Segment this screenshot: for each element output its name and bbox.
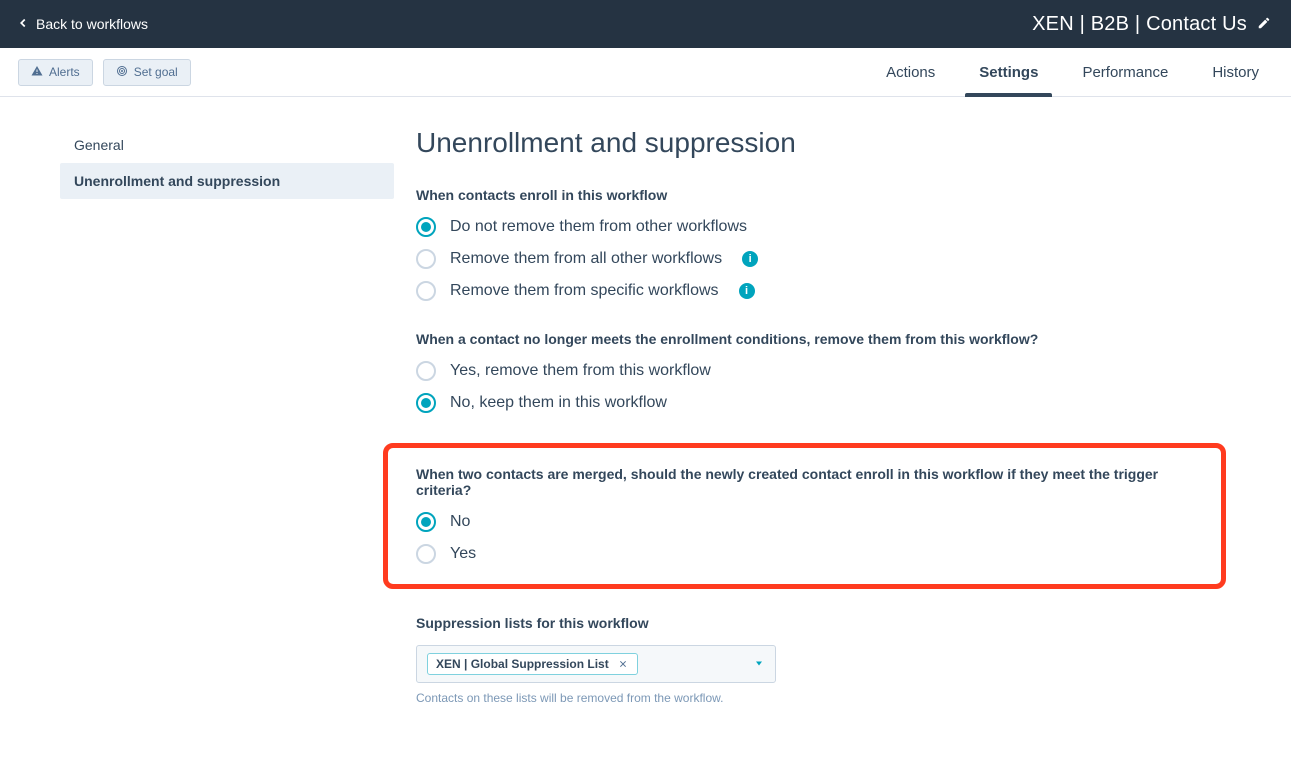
- tab-performance[interactable]: Performance: [1082, 48, 1168, 96]
- q2-opt1-label: Yes, remove them from this workflow: [450, 362, 711, 380]
- warning-icon: [31, 65, 43, 80]
- set-goal-button[interactable]: Set goal: [103, 59, 191, 86]
- info-icon[interactable]: i: [742, 251, 758, 267]
- tab-bar: Actions Settings Performance History: [886, 48, 1259, 96]
- radio-icon: [416, 249, 436, 269]
- q2-opt2-label: No, keep them in this workflow: [450, 394, 667, 412]
- remove-chip-icon[interactable]: [617, 658, 629, 670]
- suppression-label: Suppression lists for this workflow: [416, 615, 1216, 631]
- alerts-button[interactable]: Alerts: [18, 59, 93, 86]
- back-label: Back to workflows: [36, 16, 148, 32]
- tab-settings[interactable]: Settings: [979, 48, 1038, 96]
- radio-icon: [416, 512, 436, 532]
- q1-opt3-label: Remove them from specific workflows: [450, 282, 719, 300]
- tab-actions[interactable]: Actions: [886, 48, 935, 96]
- workflow-title: XEN | B2B | Contact Us: [1032, 13, 1247, 36]
- q1-opt3[interactable]: Remove them from specific workflows i: [416, 281, 1216, 301]
- highlight-box: When two contacts are merged, should the…: [383, 443, 1226, 589]
- page-title: Unenrollment and suppression: [416, 127, 1216, 159]
- tab-performance-label: Performance: [1082, 64, 1168, 81]
- radio-icon: [416, 393, 436, 413]
- set-goal-label: Set goal: [134, 65, 178, 79]
- section-enroll: When contacts enroll in this workflow Do…: [416, 187, 1216, 301]
- q2-opt1[interactable]: Yes, remove them from this workflow: [416, 361, 1216, 381]
- suppression-select[interactable]: XEN | Global Suppression List: [416, 645, 776, 683]
- suppression-helper: Contacts on these lists will be removed …: [416, 691, 1216, 705]
- alerts-label: Alerts: [49, 65, 80, 79]
- chevron-left-icon: [16, 16, 30, 33]
- suppression-chip: XEN | Global Suppression List: [427, 653, 638, 675]
- q1-opt1-label: Do not remove them from other workflows: [450, 218, 747, 236]
- section-suppression: Suppression lists for this workflow XEN …: [416, 615, 1216, 705]
- title-wrap: XEN | B2B | Contact Us: [1032, 13, 1271, 36]
- q1-opt2[interactable]: Remove them from all other workflows i: [416, 249, 1216, 269]
- radio-icon: [416, 361, 436, 381]
- q2-opt2[interactable]: No, keep them in this workflow: [416, 393, 1216, 413]
- chip-label: XEN | Global Suppression List: [436, 657, 609, 671]
- tab-settings-label: Settings: [979, 64, 1038, 81]
- radio-icon: [416, 217, 436, 237]
- body: General Unenrollment and suppression Une…: [0, 97, 1291, 775]
- q1-opt2-label: Remove them from all other workflows: [450, 250, 722, 268]
- info-icon[interactable]: i: [739, 283, 755, 299]
- q3-opt2[interactable]: Yes: [416, 544, 1193, 564]
- sidebar-unenrollment-label: Unenrollment and suppression: [74, 173, 280, 189]
- back-to-workflows-link[interactable]: Back to workflows: [16, 16, 148, 33]
- tab-history[interactable]: History: [1212, 48, 1259, 96]
- target-icon: [116, 65, 128, 80]
- sidebar-item-general[interactable]: General: [60, 127, 394, 163]
- q3-opt1-label: No: [450, 513, 470, 531]
- sidebar-item-unenrollment[interactable]: Unenrollment and suppression: [60, 163, 394, 199]
- sidebar-general-label: General: [74, 137, 124, 153]
- sub-toolbar: Alerts Set goal Actions Settings Perform…: [0, 48, 1291, 97]
- main-panel: Unenrollment and suppression When contac…: [396, 127, 1276, 735]
- tab-actions-label: Actions: [886, 64, 935, 81]
- q3-opt1[interactable]: No: [416, 512, 1193, 532]
- tab-history-label: History: [1212, 64, 1259, 81]
- q1-opt1[interactable]: Do not remove them from other workflows: [416, 217, 1216, 237]
- top-bar: Back to workflows XEN | B2B | Contact Us: [0, 0, 1291, 48]
- settings-sidebar: General Unenrollment and suppression: [0, 127, 396, 735]
- section-nolonger: When a contact no longer meets the enrol…: [416, 331, 1216, 413]
- q3-label: When two contacts are merged, should the…: [416, 466, 1193, 498]
- caret-down-icon: [753, 656, 765, 672]
- edit-icon[interactable]: [1257, 16, 1271, 33]
- radio-icon: [416, 544, 436, 564]
- q3-opt2-label: Yes: [450, 545, 476, 563]
- q1-label: When contacts enroll in this workflow: [416, 187, 1216, 203]
- q2-label: When a contact no longer meets the enrol…: [416, 331, 1216, 347]
- left-buttons: Alerts Set goal: [18, 59, 191, 86]
- radio-icon: [416, 281, 436, 301]
